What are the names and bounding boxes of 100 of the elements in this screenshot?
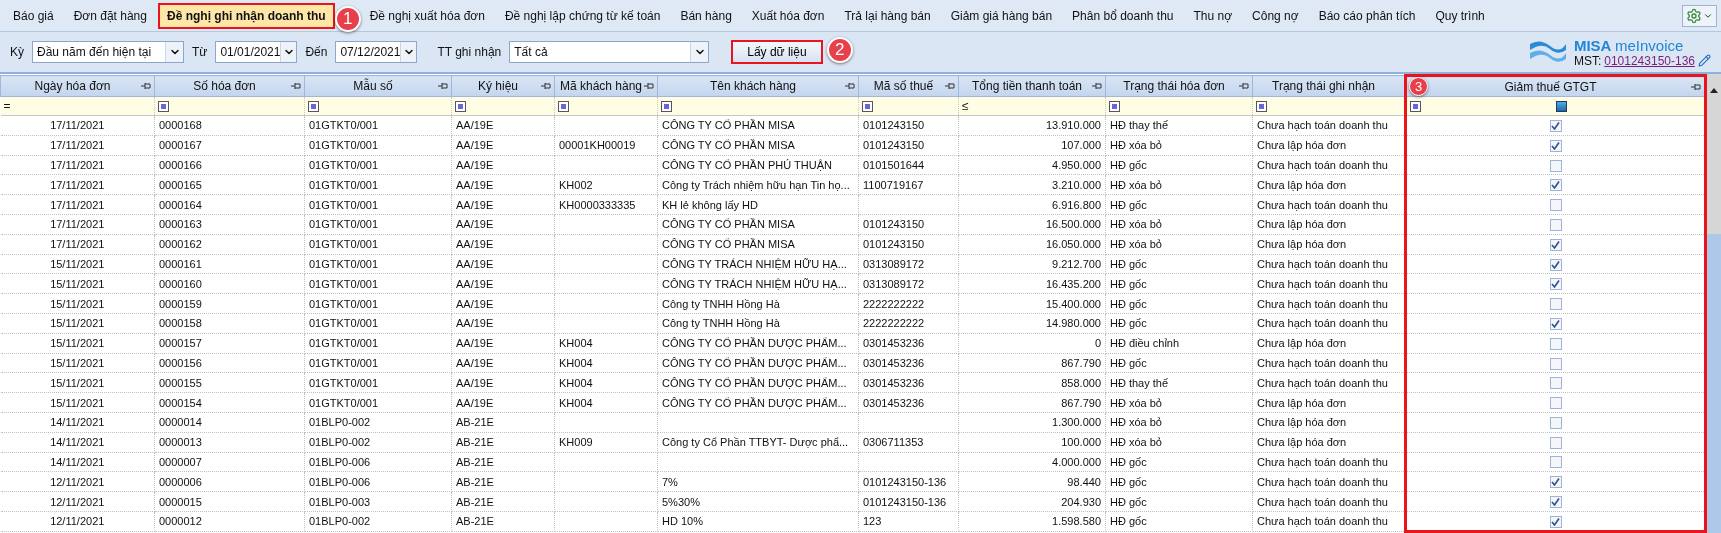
checkbox[interactable]: [1549, 515, 1562, 528]
tax-id-link[interactable]: 0101243150-136: [1604, 53, 1695, 68]
checkbox[interactable]: [1549, 199, 1562, 212]
table-cell: Chưa hạch toán doanh thu: [1257, 515, 1388, 528]
checkbox[interactable]: [1549, 258, 1562, 271]
menu-tab[interactable]: Phân bổ doanh thu: [1063, 2, 1183, 29]
filter-icon[interactable]: [158, 100, 169, 112]
table-cell: 0000164: [159, 198, 202, 211]
menu-tab[interactable]: Quy trình: [1426, 2, 1494, 29]
menu-tab[interactable]: Bán hàng: [671, 2, 741, 29]
edit-icon[interactable]: [1698, 54, 1711, 67]
column-header[interactable]: Ngày hóa đơn: [0, 75, 155, 97]
menu-tab[interactable]: Đơn đặt hàng: [64, 2, 156, 29]
table-cell: HĐ xóa bỏ: [1110, 139, 1162, 152]
checkbox[interactable]: [1549, 317, 1562, 330]
table-cell: 1100719167: [863, 178, 924, 191]
menu-tab[interactable]: Trả lại hàng bán: [835, 2, 940, 29]
checkbox[interactable]: [1549, 298, 1562, 311]
dropdown-field[interactable]: 07/12/2021: [335, 41, 418, 63]
column-header[interactable]: Trạng thái ghi nhận: [1252, 75, 1406, 97]
table-cell: 15/11/2021: [50, 277, 105, 290]
table-cell: 0000155: [159, 376, 202, 389]
table-cell: 0000014: [159, 416, 202, 429]
menu-tab[interactable]: Thu nợ: [1184, 2, 1242, 29]
column-header[interactable]: Số hóa đơn: [154, 75, 305, 97]
menu-tab[interactable]: Đề nghị xuất hóa đơn: [360, 2, 494, 29]
checkbox[interactable]: [1549, 357, 1562, 370]
menu-tab[interactable]: Báo giá: [4, 2, 63, 29]
pin-icon[interactable]: [644, 82, 654, 90]
column-header[interactable]: Mẫu số: [304, 75, 452, 97]
pin-icon[interactable]: [845, 82, 855, 90]
table-cell: CÔNG TY CỔ PHẦN DƯỢC PHẨM...: [662, 356, 847, 369]
table-cell: AA/19E: [456, 277, 494, 290]
table-cell: Chưa hạch toán doanh thu: [1257, 356, 1388, 369]
menu-tab[interactable]: Xuất hóa đơn: [742, 2, 834, 29]
field-label: Kỳ: [10, 45, 24, 59]
scrollbar[interactable]: [1707, 74, 1721, 533]
menu-tab[interactable]: Công nợ: [1243, 2, 1308, 29]
menu-tab[interactable]: Đề nghị lập chứng từ kế toán: [495, 2, 670, 29]
menu-tab[interactable]: Giảm giá hàng bán: [941, 2, 1062, 29]
checkbox[interactable]: [1549, 456, 1562, 469]
dropdown-field[interactable]: Đầu năm đến hiện tại: [32, 41, 184, 63]
table-cell: CÔNG TY CỔ PHẦN DƯỢC PHẨM...: [662, 337, 847, 350]
checkbox[interactable]: [1549, 119, 1562, 132]
pin-icon[interactable]: [1239, 82, 1249, 90]
filter-icon[interactable]: [1256, 100, 1267, 112]
column-header[interactable]: Trạng thái hóa đơn: [1105, 75, 1253, 97]
column-header[interactable]: 3 Giảm thuế GTGT: [1405, 75, 1706, 97]
menu-tab[interactable]: Báo cáo phân tích: [1309, 2, 1425, 29]
menu-tab[interactable]: Đề nghị ghi nhận doanh thu: [157, 2, 335, 29]
checkbox[interactable]: [1549, 337, 1562, 350]
table-cell: AA/19E: [456, 337, 494, 350]
filter-icon[interactable]: [661, 100, 672, 112]
checkbox[interactable]: [1549, 476, 1562, 489]
column-header[interactable]: Mã khách hàng: [554, 75, 658, 97]
pin-icon[interactable]: [438, 82, 448, 90]
table-cell: AA/19E: [456, 139, 494, 152]
filter-icon[interactable]: [558, 100, 569, 112]
pin-icon[interactable]: [141, 82, 151, 90]
filter-check-icon[interactable]: [1555, 100, 1567, 112]
table-cell: HĐ gốc: [1110, 475, 1147, 488]
column-header[interactable]: Tên khách hàng: [657, 75, 859, 97]
checkbox[interactable]: [1549, 377, 1562, 390]
table-cell: 98.440: [1067, 475, 1101, 488]
table-cell: 01GTKT0/001: [309, 297, 379, 310]
filter-icon[interactable]: [1410, 100, 1421, 112]
pin-icon[interactable]: [1092, 82, 1102, 90]
table-cell: AA/19E: [456, 257, 494, 270]
checkbox[interactable]: [1549, 159, 1562, 172]
checkbox[interactable]: [1549, 416, 1562, 429]
fetch-data-button[interactable]: Lấy dữ liệu: [731, 40, 823, 64]
settings-button[interactable]: [1682, 4, 1717, 27]
scroll-up-icon[interactable]: [1710, 88, 1718, 93]
dropdown-field[interactable]: Tất cả: [509, 41, 710, 63]
table-cell: 100.000: [1061, 436, 1101, 449]
filter-icon[interactable]: [308, 100, 319, 112]
checkbox[interactable]: [1549, 218, 1562, 231]
filter-operator[interactable]: ≤: [962, 99, 969, 113]
checkbox[interactable]: [1549, 397, 1562, 410]
pin-icon[interactable]: [1691, 83, 1701, 91]
filter-icon[interactable]: [455, 100, 466, 112]
checkbox[interactable]: [1549, 278, 1562, 291]
filter-operator[interactable]: =: [3, 99, 11, 113]
table-cell: AA/19E: [456, 356, 494, 369]
dropdown-field[interactable]: 01/01/2021: [215, 41, 298, 63]
column-header[interactable]: Ký hiệu: [451, 75, 555, 97]
pin-icon[interactable]: [291, 82, 301, 90]
checkbox[interactable]: [1549, 436, 1562, 449]
checkbox[interactable]: [1549, 139, 1562, 152]
column-header[interactable]: Tổng tiền thanh toán: [958, 75, 1106, 97]
checkbox[interactable]: [1549, 496, 1562, 509]
column-header[interactable]: Mã số thuế: [858, 75, 959, 97]
table-cell: AA/19E: [456, 159, 494, 171]
pin-icon[interactable]: [945, 82, 955, 90]
checkbox[interactable]: [1549, 179, 1562, 192]
filter-icon[interactable]: [862, 100, 873, 112]
checkbox[interactable]: [1549, 238, 1562, 251]
pin-icon[interactable]: [541, 82, 551, 90]
filter-icon[interactable]: [1109, 100, 1120, 112]
table-cell: HĐ gốc: [1110, 317, 1147, 330]
